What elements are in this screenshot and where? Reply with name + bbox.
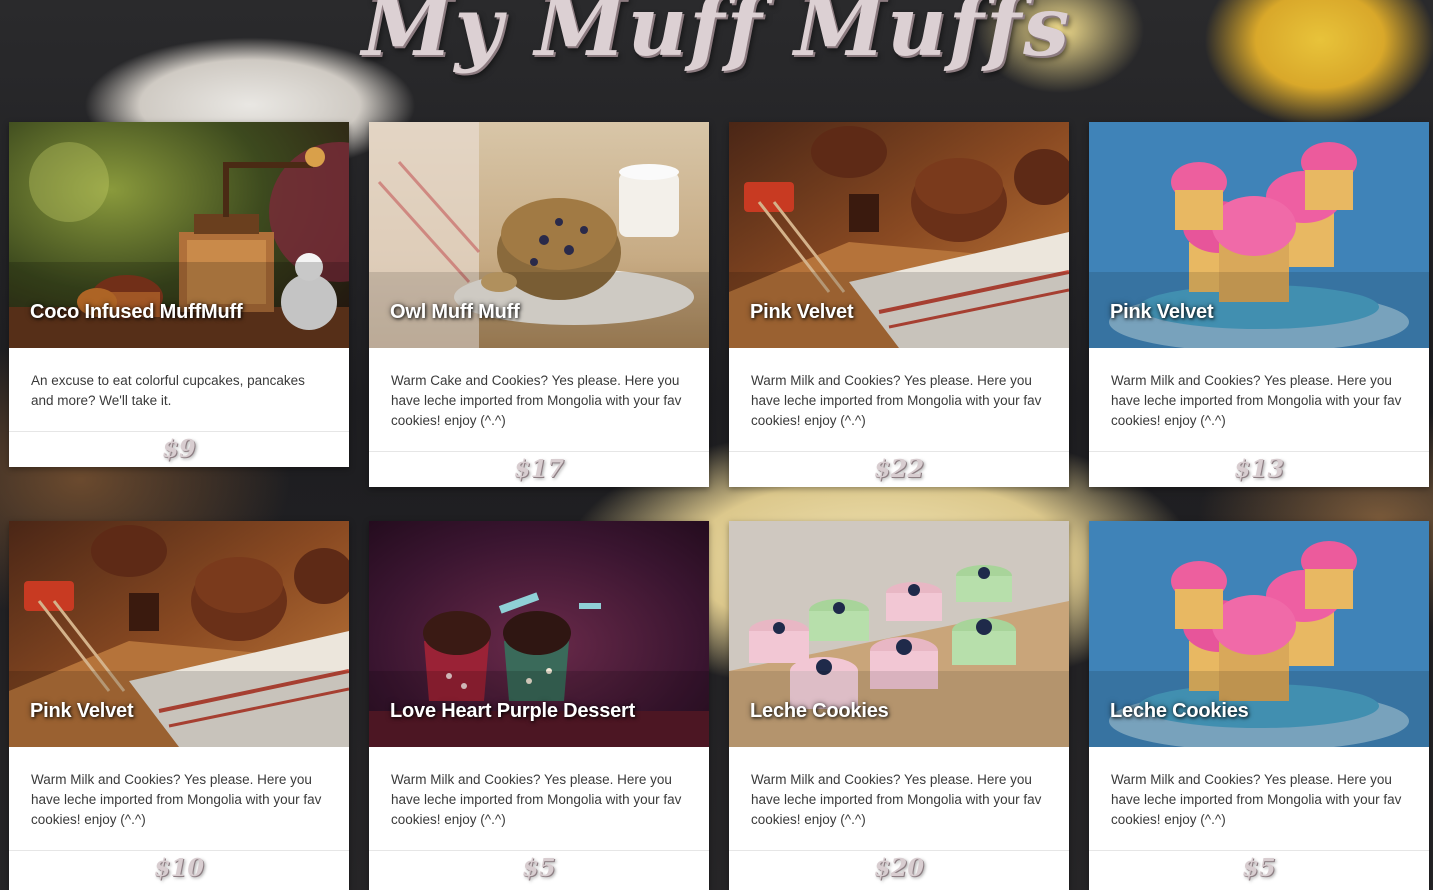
card-title: Love Heart Purple Dessert [390,700,636,722]
card-footer: $13 [1089,451,1429,487]
card-footer: $5 [1089,850,1429,886]
price-label: $22 [873,454,925,483]
product-card[interactable]: Pink Velvet Warm Milk and Cookies? Yes p… [9,521,349,890]
card-image[interactable]: Leche Cookies [1089,521,1429,747]
card-title: Pink Velvet [30,700,134,722]
card-footer: $22 [729,451,1069,487]
card-title: Owl Muff Muff [390,301,520,323]
card-image[interactable]: Coco Infused MuffMuff [9,122,349,348]
card-image[interactable]: Pink Velvet [1089,122,1429,348]
card-image[interactable]: Pink Velvet [729,122,1069,348]
card-image[interactable]: Leche Cookies [729,521,1069,747]
card-description: Warm Milk and Cookies? Yes please. Here … [1111,772,1402,827]
card-description: Warm Milk and Cookies? Yes please. Here … [31,772,322,827]
card-image[interactable]: Pink Velvet [9,521,349,747]
product-card[interactable]: Pink Velvet Warm Milk and Cookies? Yes p… [1089,122,1429,487]
card-image[interactable]: Owl Muff Muff [369,122,709,348]
card-title: Leche Cookies [1110,700,1249,722]
product-card[interactable]: Pink Velvet Warm Milk and Cookies? Yes p… [729,122,1069,487]
card-title: Coco Infused MuffMuff [30,301,243,323]
card-footer: $20 [729,850,1069,886]
card-title: Pink Velvet [1110,301,1214,323]
card-footer: $17 [369,451,709,487]
product-card[interactable]: Leche Cookies Warm Milk and Cookies? Yes… [1089,521,1429,890]
card-description: Warm Cake and Cookies? Yes please. Here … [391,373,682,428]
product-card[interactable]: Love Heart Purple Dessert Warm Milk and … [369,521,709,890]
card-footer: $9 [9,431,349,467]
card-description: Warm Milk and Cookies? Yes please. Here … [751,373,1042,428]
card-description: Warm Milk and Cookies? Yes please. Here … [751,772,1042,827]
price-label: $13 [1233,454,1285,483]
price-label: $17 [513,454,565,483]
card-title: Leche Cookies [750,700,889,722]
card-description: Warm Milk and Cookies? Yes please. Here … [391,772,682,827]
price-label: $10 [153,853,205,882]
card-image[interactable]: Love Heart Purple Dessert [369,521,709,747]
card-footer: $10 [9,850,349,886]
card-footer: $5 [369,850,709,886]
product-card[interactable]: Owl Muff Muff Warm Cake and Cookies? Yes… [369,122,709,487]
card-title: Pink Velvet [750,301,854,323]
price-label: $9 [162,434,196,463]
price-label: $5 [522,853,556,882]
price-label: $5 [1242,853,1276,882]
card-description: Warm Milk and Cookies? Yes please. Here … [1111,373,1402,428]
product-card[interactable]: Coco Infused MuffMuff An excuse to eat c… [9,122,349,467]
page-title: My Muff Muffs [361,0,1072,75]
price-label: $20 [873,853,925,882]
card-description: An excuse to eat colorful cupcakes, panc… [31,373,305,408]
product-card[interactable]: Leche Cookies Warm Milk and Cookies? Yes… [729,521,1069,890]
